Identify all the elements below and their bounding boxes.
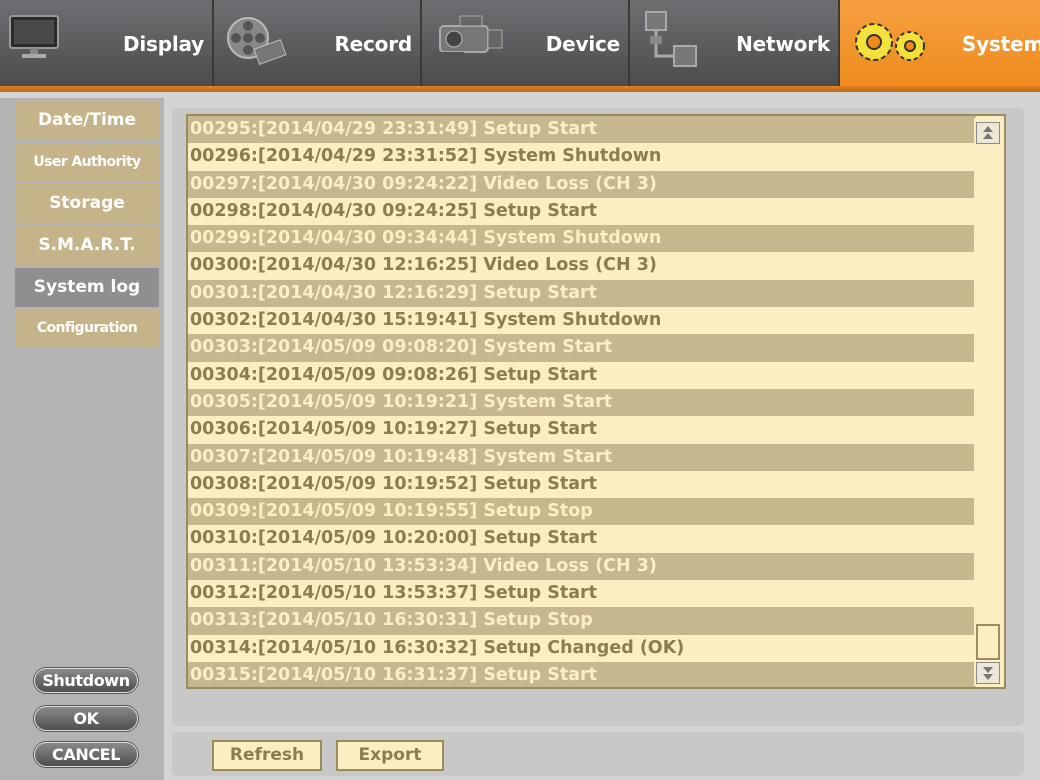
tab-display-label: Display — [122, 32, 204, 56]
tab-record[interactable]: Record — [214, 0, 422, 88]
log-entry[interactable]: 00309:[2014/05/09 10:19:55] Setup Stop — [188, 498, 976, 526]
tab-network[interactable]: Network — [630, 0, 840, 88]
scroll-down-button[interactable] — [976, 662, 1000, 684]
log-entry[interactable]: 00303:[2014/05/09 09:08:20] System Start — [188, 334, 976, 362]
log-entry[interactable]: 00298:[2014/04/30 09:24:25] Setup Start — [188, 197, 976, 226]
top-tab-bar: Display Record Device Network System — [0, 0, 1040, 88]
log-entry[interactable]: 00311:[2014/05/10 13:53:34] Video Loss (… — [188, 552, 976, 581]
log-entry[interactable]: 00300:[2014/04/30 12:16:25] Video Loss (… — [188, 252, 976, 280]
sidebar-item-smart[interactable]: S.M.A.R.T. — [15, 226, 159, 265]
film-reel-icon — [222, 10, 288, 75]
shutdown-button[interactable]: Shutdown — [34, 668, 138, 693]
log-scrollbar[interactable] — [974, 118, 1002, 686]
log-entry[interactable]: 00314:[2014/05/10 16:30:32] Setup Change… — [188, 634, 976, 662]
log-entry[interactable]: 00304:[2014/05/09 09:08:26] Setup Start — [188, 361, 976, 389]
scroll-thumb[interactable] — [976, 624, 1000, 660]
tab-device-label: Device — [545, 32, 620, 56]
sidebar-item-configuration[interactable]: Configuration — [15, 309, 159, 348]
system-log-list[interactable]: 00295:[2014/04/29 23:31:49] Setup Start 0… — [186, 114, 1006, 689]
sidebar-item-date-time[interactable]: Date/Time — [15, 101, 159, 140]
sidebar-item-user-authority[interactable]: User Authority — [15, 143, 159, 182]
network-icon — [638, 10, 704, 81]
ok-button[interactable]: OK — [34, 706, 138, 731]
monitor-icon — [8, 10, 62, 65]
cancel-button[interactable]: CANCEL — [34, 742, 138, 767]
arrow-up-icon — [977, 126, 999, 147]
sidebar-item-system-log[interactable]: System log — [15, 268, 159, 307]
log-entry[interactable]: 00313:[2014/05/10 16:30:31] Setup Stop — [188, 607, 976, 635]
tab-device[interactable]: Device — [422, 0, 630, 88]
tab-system-label: System — [961, 32, 1040, 56]
refresh-button[interactable]: Refresh — [212, 740, 322, 771]
log-entry[interactable]: 00301:[2014/04/30 12:16:29] Setup Start — [188, 279, 976, 308]
gears-icon — [848, 18, 932, 71]
log-entry[interactable]: 00310:[2014/05/09 10:20:00] Setup Start — [188, 525, 976, 553]
arrow-down-icon — [977, 667, 999, 687]
log-entry[interactable]: 00307:[2014/05/09 10:19:48] System Start — [188, 443, 976, 471]
sidebar-item-storage[interactable]: Storage — [15, 184, 159, 223]
scroll-up-button[interactable] — [976, 122, 1000, 144]
log-entry[interactable]: 00315:[2014/05/10 16:31:37] Setup Start — [188, 661, 976, 687]
tab-record-label: Record — [334, 32, 412, 56]
log-entry[interactable]: 00306:[2014/05/09 10:19:27] Setup Start — [188, 416, 976, 444]
log-entry[interactable]: 00302:[2014/04/30 15:19:41] System Shutd… — [188, 307, 976, 335]
log-entry[interactable]: 00296:[2014/04/29 23:31:52] System Shutd… — [188, 143, 976, 171]
tab-display[interactable]: Display — [0, 0, 214, 88]
tab-system[interactable]: System — [840, 0, 1040, 88]
log-entry[interactable]: 00305:[2014/05/09 10:19:21] System Start — [188, 388, 976, 417]
log-entry[interactable]: 00308:[2014/05/09 10:19:52] Setup Start — [188, 470, 976, 499]
video-camera-icon — [430, 10, 510, 75]
tab-network-label: Network — [736, 32, 830, 56]
log-entry[interactable]: 00299:[2014/04/30 09:34:44] System Shutd… — [188, 225, 976, 253]
log-entry[interactable]: 00312:[2014/05/10 13:53:37] Setup Start — [188, 580, 976, 608]
log-entry[interactable]: 00297:[2014/04/30 09:24:22] Video Loss (… — [188, 170, 976, 198]
log-entry[interactable]: 00295:[2014/04/29 23:31:49] Setup Start — [188, 116, 976, 144]
log-rows: 00295:[2014/04/29 23:31:49] Setup Start 0… — [188, 116, 1004, 687]
export-button[interactable]: Export — [336, 740, 444, 771]
tab-bar-divider — [0, 86, 1040, 92]
